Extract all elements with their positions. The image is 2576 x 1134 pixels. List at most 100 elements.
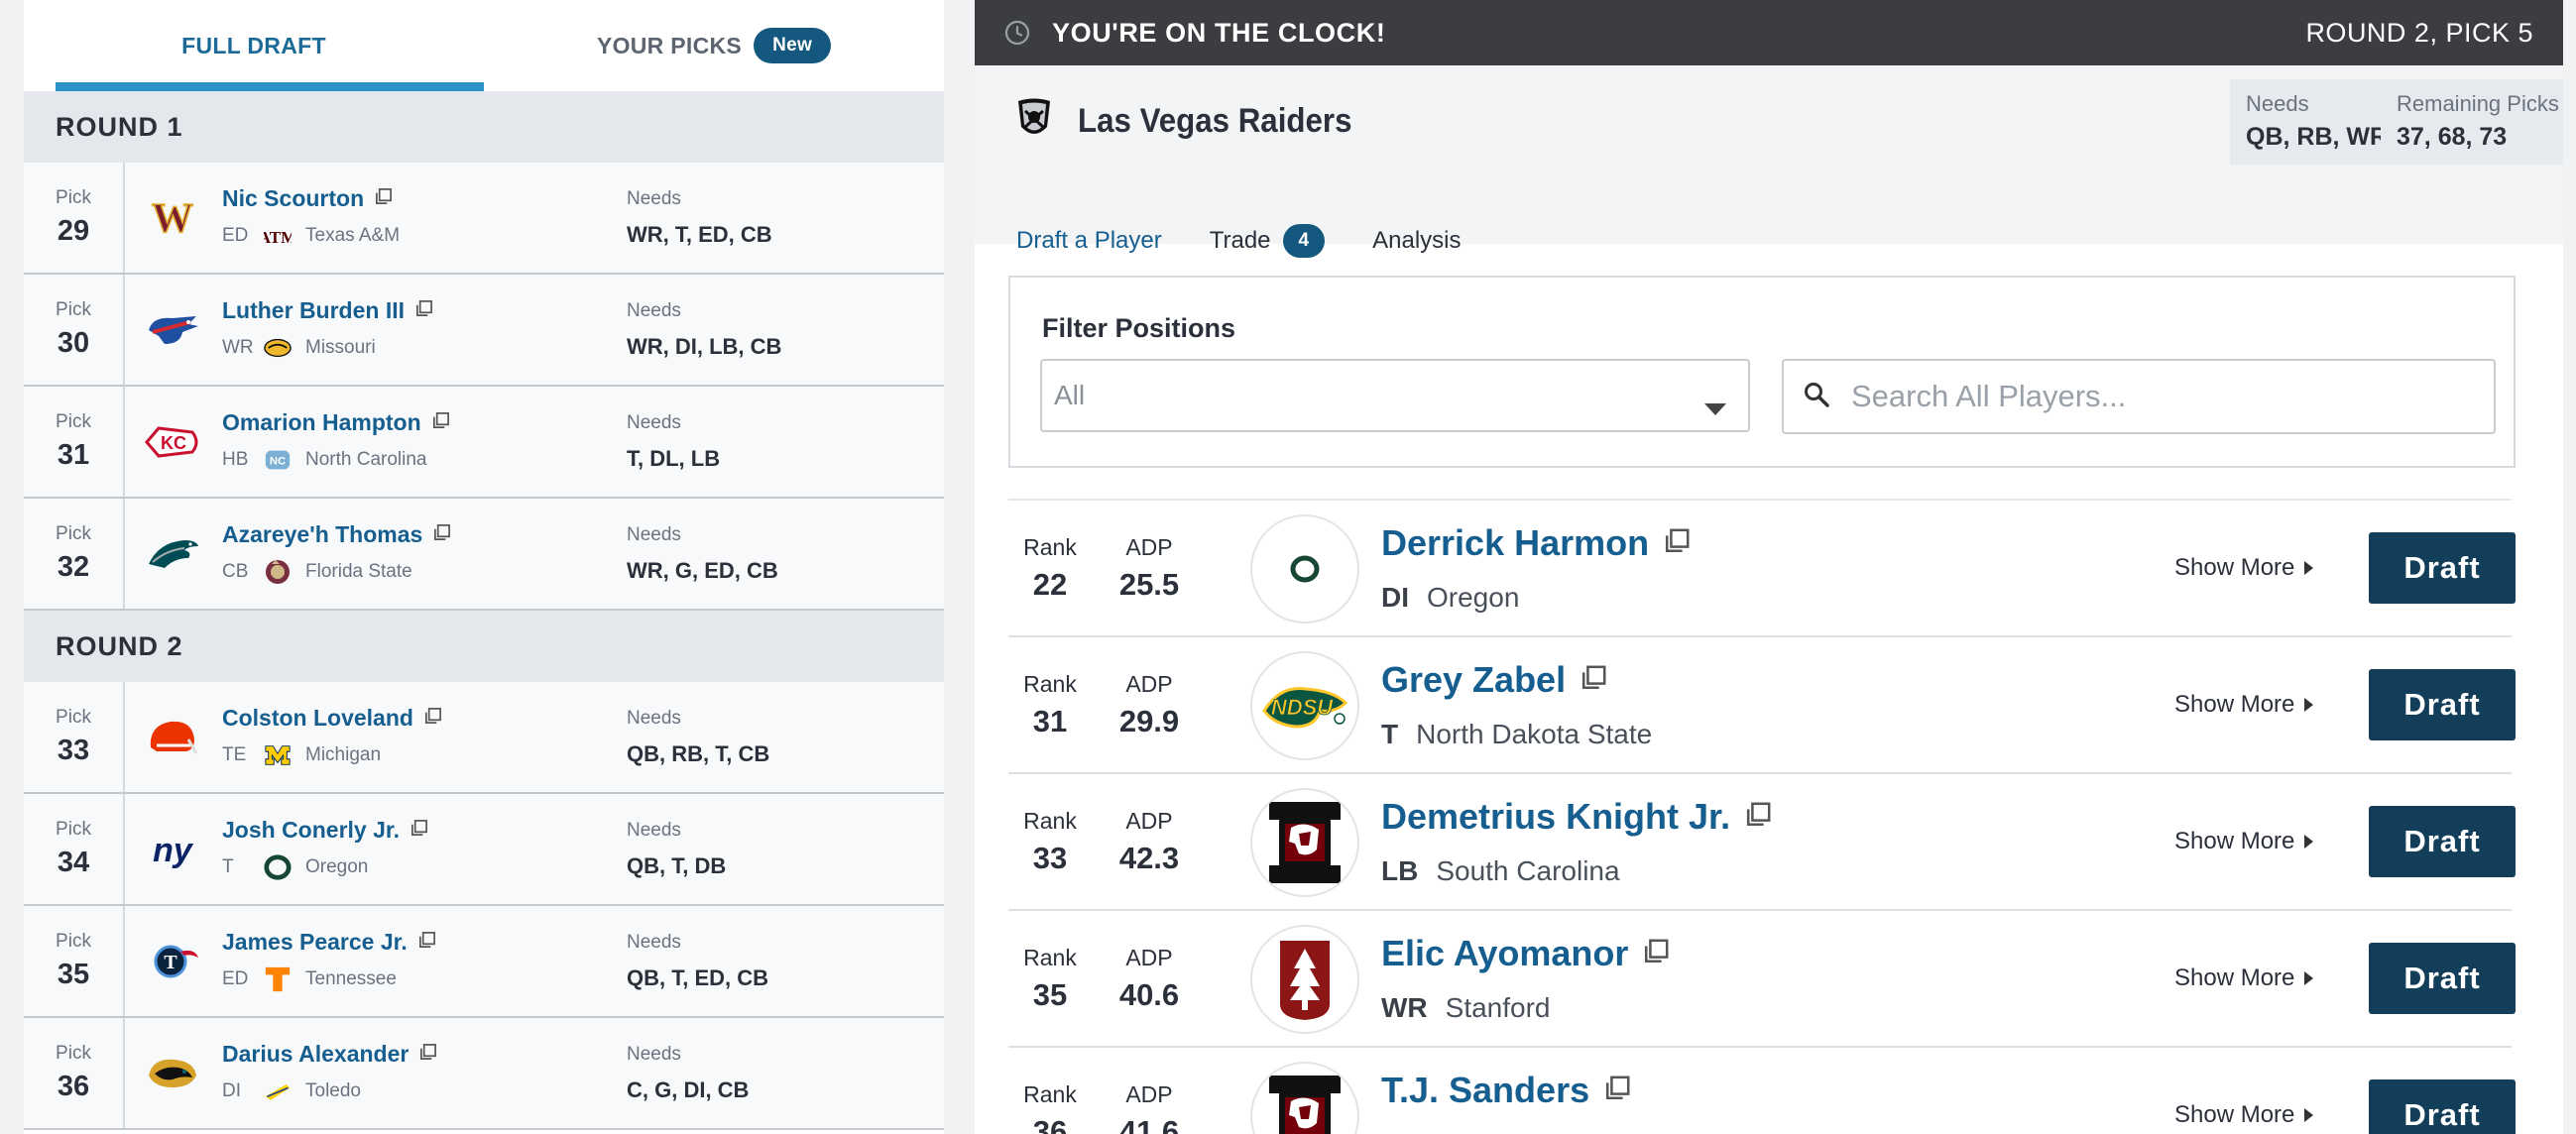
- player-name-link[interactable]: Omarion Hampton: [222, 409, 421, 436]
- player-name-link[interactable]: Nic Scourton: [222, 185, 364, 212]
- player-college: North Dakota State: [1416, 719, 1653, 749]
- oregon-logo-icon: [1250, 514, 1359, 624]
- player-name-link[interactable]: James Pearce Jr.: [222, 929, 408, 956]
- team-needs: Needs WR, DI, LB, CB: [627, 275, 781, 385]
- open-window-icon[interactable]: [1642, 933, 1670, 974]
- draft-button[interactable]: Draft: [2369, 1079, 2516, 1134]
- tab-full-draft[interactable]: FULL DRAFT: [24, 0, 484, 91]
- show-more-label: Show More: [2174, 554, 2295, 581]
- player-info: Azareye'h Thomas CB Florida State: [222, 499, 627, 609]
- needs-value: C, G, DI, CB: [627, 1077, 750, 1102]
- open-window-icon[interactable]: [417, 929, 436, 956]
- rank-cell: Rank 22: [1008, 534, 1092, 603]
- raiders-logo-icon: [1014, 97, 1054, 146]
- giants-logo-icon: ny: [145, 822, 200, 877]
- player-name-link[interactable]: Darius Alexander: [222, 1041, 409, 1068]
- round-pick-indicator: ROUND 2, PICK 5: [2305, 17, 2533, 48]
- player-position: WR: [222, 337, 254, 358]
- remaining-picks-box: Remaining Picks 37, 68, 73: [2381, 79, 2563, 165]
- show-more-button[interactable]: Show More: [2174, 1101, 2314, 1129]
- rank-label: Rank: [1023, 945, 1077, 970]
- rank-label: Rank: [1023, 808, 1077, 834]
- svg-text:KC: KC: [161, 433, 186, 453]
- show-more-button[interactable]: Show More: [2174, 964, 2314, 992]
- open-window-icon[interactable]: [431, 409, 450, 436]
- pick-row: Pick 34 ny Josh Conerly Jr. T Oregon Needs QB, …: [24, 794, 944, 906]
- player-position: CB: [222, 561, 249, 582]
- open-window-icon[interactable]: [1603, 1070, 1631, 1111]
- player-name-link[interactable]: Demetrius Knight Jr.: [1381, 796, 1730, 838]
- player-search[interactable]: [1782, 359, 2496, 434]
- open-window-icon[interactable]: [423, 705, 442, 732]
- search-input[interactable]: [1849, 378, 2448, 415]
- player-name-link[interactable]: Elic Ayomanor: [1381, 933, 1628, 974]
- player-name-link[interactable]: Luther Burden III: [222, 297, 405, 324]
- player-row: Rank 33 ADP 42.3 Demetrius Knight Jr. LB South…: [1008, 774, 2516, 911]
- player-name-link[interactable]: Derrick Harmon: [1381, 522, 1649, 564]
- caret-right-icon: [2304, 554, 2314, 582]
- adp-label: ADP: [1125, 808, 1173, 834]
- jaguars-logo-icon: [145, 1046, 200, 1101]
- open-window-icon[interactable]: [410, 817, 428, 844]
- svg-text:NDSU: NDSU: [1271, 695, 1334, 720]
- tab-draft-a-player[interactable]: Draft a Player: [1008, 202, 1170, 284]
- position-select[interactable]: All: [1040, 359, 1750, 432]
- chiefs-logo-icon: KC: [145, 414, 200, 470]
- player-name-link[interactable]: Grey Zabel: [1381, 659, 1566, 701]
- draft-button[interactable]: Draft: [2369, 669, 2516, 740]
- round-header: ROUND 1: [24, 91, 944, 163]
- stanford-logo-icon: [1250, 925, 1359, 1034]
- adp-value: 29.9: [1118, 704, 1180, 738]
- player-name-link[interactable]: Azareye'h Thomas: [222, 521, 422, 548]
- open-window-icon[interactable]: [432, 521, 451, 548]
- adp-label: ADP: [1125, 671, 1173, 697]
- draft-button[interactable]: Draft: [2369, 943, 2516, 1014]
- tab-trade[interactable]: Trade 4: [1202, 202, 1333, 280]
- new-badge: New: [754, 28, 832, 63]
- show-more-button[interactable]: Show More: [2174, 691, 2314, 719]
- needs-value: QB, T, ED, CB: [627, 964, 769, 990]
- missouri-logo-icon: [264, 334, 292, 362]
- player-position: DI: [1381, 582, 1409, 613]
- player-row: Rank 35 ADP 40.6 Elic Ayomanor WR Stanford Show…: [1008, 911, 2516, 1048]
- draft-button[interactable]: Draft: [2369, 806, 2516, 877]
- adp-cell: ADP 25.5: [1108, 534, 1191, 603]
- open-window-icon[interactable]: [374, 185, 393, 212]
- on-the-clock-panel: YOU'RE ON THE CLOCK! ROUND 2, PICK 5 Las…: [975, 0, 2563, 1134]
- tab-analysis[interactable]: Analysis: [1364, 202, 1468, 280]
- adp-cell: ADP 29.9: [1108, 671, 1191, 739]
- player-name-link[interactable]: Josh Conerly Jr.: [222, 817, 400, 844]
- show-more-button[interactable]: Show More: [2174, 828, 2314, 855]
- player-row: Rank 31 ADP 29.9 NDSU Grey Zabel T North Dakota…: [1008, 637, 2516, 774]
- needs-label: Needs: [627, 187, 681, 209]
- rank-cell: Rank 33: [1008, 808, 1092, 876]
- ndsu-logo-icon: NDSU: [1250, 651, 1359, 760]
- player-info: Colston Loveland TE Michigan: [222, 682, 627, 792]
- player-position: TE: [222, 744, 247, 765]
- open-window-icon[interactable]: [1580, 659, 1607, 701]
- needs-label: Needs: [627, 819, 681, 841]
- tab-analysis-label: Analysis: [1372, 227, 1462, 254]
- player-name-link[interactable]: Colston Loveland: [222, 705, 413, 732]
- search-icon: [1804, 382, 1829, 412]
- open-window-icon[interactable]: [1663, 522, 1691, 564]
- pick-number-cell: Pick 35: [24, 906, 125, 1016]
- svg-text:ATM: ATM: [264, 228, 292, 247]
- caret-right-icon: [2304, 964, 2314, 992]
- open-window-icon[interactable]: [418, 1041, 437, 1068]
- player-college: Oregon: [1427, 582, 1520, 613]
- open-window-icon[interactable]: [1744, 796, 1772, 838]
- player-college: Toledo: [305, 1080, 361, 1101]
- team-needs: Needs QB, T, DB: [627, 794, 726, 904]
- open-window-icon[interactable]: [414, 297, 433, 324]
- player-position: LB: [1381, 855, 1419, 886]
- draft-button[interactable]: Draft: [2369, 532, 2516, 604]
- team-name: Las Vegas Raiders: [1078, 102, 1352, 140]
- player-position: T: [222, 856, 234, 877]
- player-name-link[interactable]: T.J. Sanders: [1381, 1070, 1589, 1111]
- pick-number: 33: [57, 735, 90, 766]
- needs-value: WR, DI, LB, CB: [627, 333, 782, 359]
- show-more-button[interactable]: Show More: [2174, 554, 2314, 582]
- tennessee-logo-icon: [264, 965, 292, 993]
- tab-your-picks[interactable]: YOUR PICKS New: [484, 0, 944, 91]
